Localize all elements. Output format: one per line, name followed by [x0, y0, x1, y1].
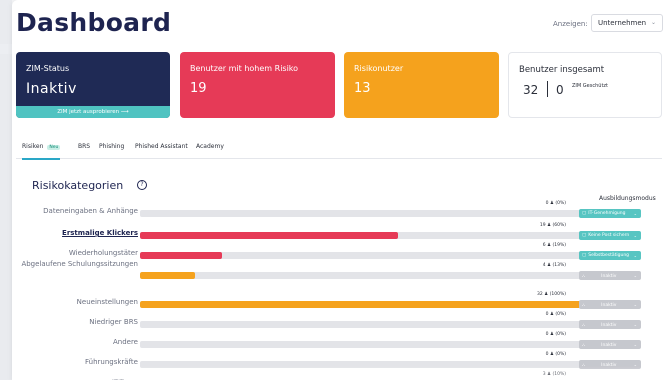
- shield-icon: ▢: [582, 233, 587, 238]
- risk-bar-track: [140, 210, 581, 217]
- training-mode-select[interactable]: ▢ IT-Genehmigung ⌄: [579, 209, 641, 218]
- zim-protected-note: ZIM Geschützt: [572, 83, 608, 89]
- page-title: Dashboard: [16, 8, 172, 37]
- tab-phished-assistant[interactable]: Phished Assistant: [135, 143, 188, 150]
- training-mode-select[interactable]: ⛬ Inaktiv ⌄: [579, 340, 641, 349]
- risk-bar-track: [140, 272, 581, 279]
- training-mode-select[interactable]: ⛬ Inaktiv ⌄: [579, 300, 641, 309]
- training-mode-select[interactable]: ⛬ Inaktiv ⌄: [579, 320, 641, 329]
- risk-category-row: Wiederholungstäter 6 ♟ (19%) ▢ Selbstbestät…: [12, 243, 667, 260]
- help-icon[interactable]: ?: [137, 180, 147, 190]
- total-users-label: Benutzer insgesamt: [519, 65, 605, 75]
- risk-bar-track: [140, 341, 581, 348]
- dashboard-panel: Dashboard Anzeigen: Unternehmen ⌄ ZIM-St…: [12, 0, 667, 380]
- risk-category-count: 0 ♟ (0%): [545, 352, 566, 357]
- tab-bar: Risiken Neu BRS Phishing Phished Assistan…: [16, 139, 662, 160]
- risk-category-row: Niedriger BRS 0 ♟ (0%) ⛬ Inaktiv ⌄: [12, 312, 667, 329]
- risk-category-count: 4 ♟ (13%): [542, 263, 566, 268]
- bottom-fade: [12, 366, 667, 380]
- shield-icon: ▢: [582, 253, 587, 258]
- chevron-down-icon: ⌄: [633, 342, 637, 347]
- risk-bar-track: [140, 321, 581, 328]
- high-risk-users-card[interactable]: Benutzer mit hohem Risiko 19: [180, 52, 335, 118]
- view-label: Anzeigen:: [553, 20, 588, 28]
- inactive-icon: ⛬: [582, 343, 586, 348]
- risk-bar-fill: [140, 272, 195, 279]
- inactive-icon: ⛬: [582, 323, 586, 328]
- inactive-icon: ⛬: [582, 274, 586, 279]
- risk-category-label: Führungskräfte: [85, 358, 138, 366]
- view-select[interactable]: Unternehmen ⌄: [591, 14, 663, 32]
- risk-category-row: Andere 0 ♟ (0%) ⛬ Inaktiv ⌄: [12, 332, 667, 349]
- risk-users-card[interactable]: Risikonutzer 13: [344, 52, 499, 118]
- training-mode-value: Keine Post sichern: [588, 233, 630, 238]
- training-mode-select[interactable]: ▢ Selbstbestätigung ⌄: [579, 251, 641, 260]
- risk-category-row: Neueinstellungen 32 ♟ (100%) ⛬ Inaktiv ⌄: [12, 292, 667, 309]
- risk-bar-track: [140, 252, 581, 259]
- zim-status-label: ZIM-Status: [26, 64, 70, 73]
- chevron-down-icon: ⌄: [633, 233, 637, 238]
- risk-category-link[interactable]: Erstmalige Klickers: [8, 229, 138, 237]
- risk-users-label: Risikonutzer: [354, 64, 404, 73]
- tab-brs[interactable]: BRS: [78, 143, 90, 150]
- tab-risks-label: Risiken: [22, 143, 44, 150]
- new-badge: Neu: [47, 145, 61, 150]
- training-mode-value: Inaktiv: [601, 303, 617, 308]
- chevron-down-icon: ⌄: [633, 302, 637, 307]
- total-users-value: 32: [523, 83, 539, 97]
- training-mode-value: Inaktiv: [601, 343, 617, 348]
- view-select-value: Unternehmen: [598, 19, 647, 27]
- chevron-down-icon: ⌄: [650, 19, 656, 26]
- risk-users-value: 13: [354, 81, 371, 96]
- section-title: Risikokategorien: [32, 179, 124, 192]
- total-users-card: Benutzer insgesamt 32 0 ZIM Geschützt: [508, 52, 662, 118]
- tab-academy[interactable]: Academy: [196, 143, 224, 150]
- risk-bar-fill: [140, 232, 398, 239]
- inactive-icon: ⛬: [582, 303, 586, 308]
- risk-category-count: 6 ♟ (19%): [542, 243, 566, 248]
- training-mode-value: Inaktiv: [601, 323, 617, 328]
- risk-category-label: Andere: [112, 338, 138, 346]
- training-mode-value: IT-Genehmigung: [588, 211, 626, 216]
- shield-icon: ▢: [582, 211, 587, 216]
- risk-category-count: 0 ♟ (0%): [545, 312, 566, 317]
- risk-category-label: Dateneingaben & Anhänge: [43, 207, 138, 215]
- risk-category-row: Dateneingaben & Anhänge 0 ♟ (0%) ▢ IT-Geneh…: [12, 201, 667, 218]
- total-users-divider: [547, 81, 548, 97]
- risk-bar-fill: [140, 301, 581, 308]
- risk-category-count: 0 ♟ (0%): [545, 332, 566, 337]
- risk-category-row: Erstmalige Klickers 19 ♟ (60%) ▢ Keine Post…: [12, 223, 667, 240]
- risk-bar-track: [140, 301, 581, 308]
- training-mode-value: Selbstbestätigung: [588, 253, 630, 258]
- try-zim-button[interactable]: ZIM jetzt ausprobieren ⟶: [16, 106, 170, 118]
- chevron-down-icon: ⌄: [633, 273, 637, 278]
- risk-bar-track: [140, 232, 581, 239]
- chevron-down-icon: ⌄: [633, 322, 637, 327]
- chevron-down-icon: ⌄: [633, 211, 637, 216]
- tab-risks[interactable]: Risiken Neu: [22, 143, 61, 160]
- risk-category-count: 0 ♟ (0%): [545, 201, 566, 206]
- tab-phishing[interactable]: Phishing: [99, 143, 124, 150]
- risk-category-count: 32 ♟ (100%): [537, 292, 566, 297]
- risk-category-label: Wiederholungstäter: [68, 249, 138, 257]
- risk-category-row: Abgelaufene Schulungssitzungen 4 ♟ (13%) ⛬…: [12, 260, 667, 280]
- high-risk-users-label: Benutzer mit hohem Risiko: [190, 64, 299, 73]
- risk-category-label: Abgelaufene Schulungssitzungen: [21, 260, 138, 268]
- high-risk-users-value: 19: [190, 81, 207, 96]
- risk-bar-fill: [140, 252, 222, 259]
- training-mode-select[interactable]: ▢ Keine Post sichern ⌄: [579, 231, 641, 240]
- risk-category-label: Neueinstellungen: [76, 298, 138, 306]
- risk-category-count: 19 ♟ (60%): [539, 223, 566, 228]
- zim-status-card: ZIM-Status Inaktiv ZIM jetzt ausprobiere…: [16, 52, 170, 118]
- training-mode-value: Inaktiv: [601, 274, 617, 279]
- training-mode-select[interactable]: ⛬ Inaktiv ⌄: [579, 271, 641, 280]
- risk-category-label: Niedriger BRS: [89, 318, 138, 326]
- zim-status-value: Inaktiv: [26, 81, 77, 97]
- zim-protected-value: 0: [556, 83, 564, 97]
- chevron-down-icon: ⌄: [633, 253, 637, 258]
